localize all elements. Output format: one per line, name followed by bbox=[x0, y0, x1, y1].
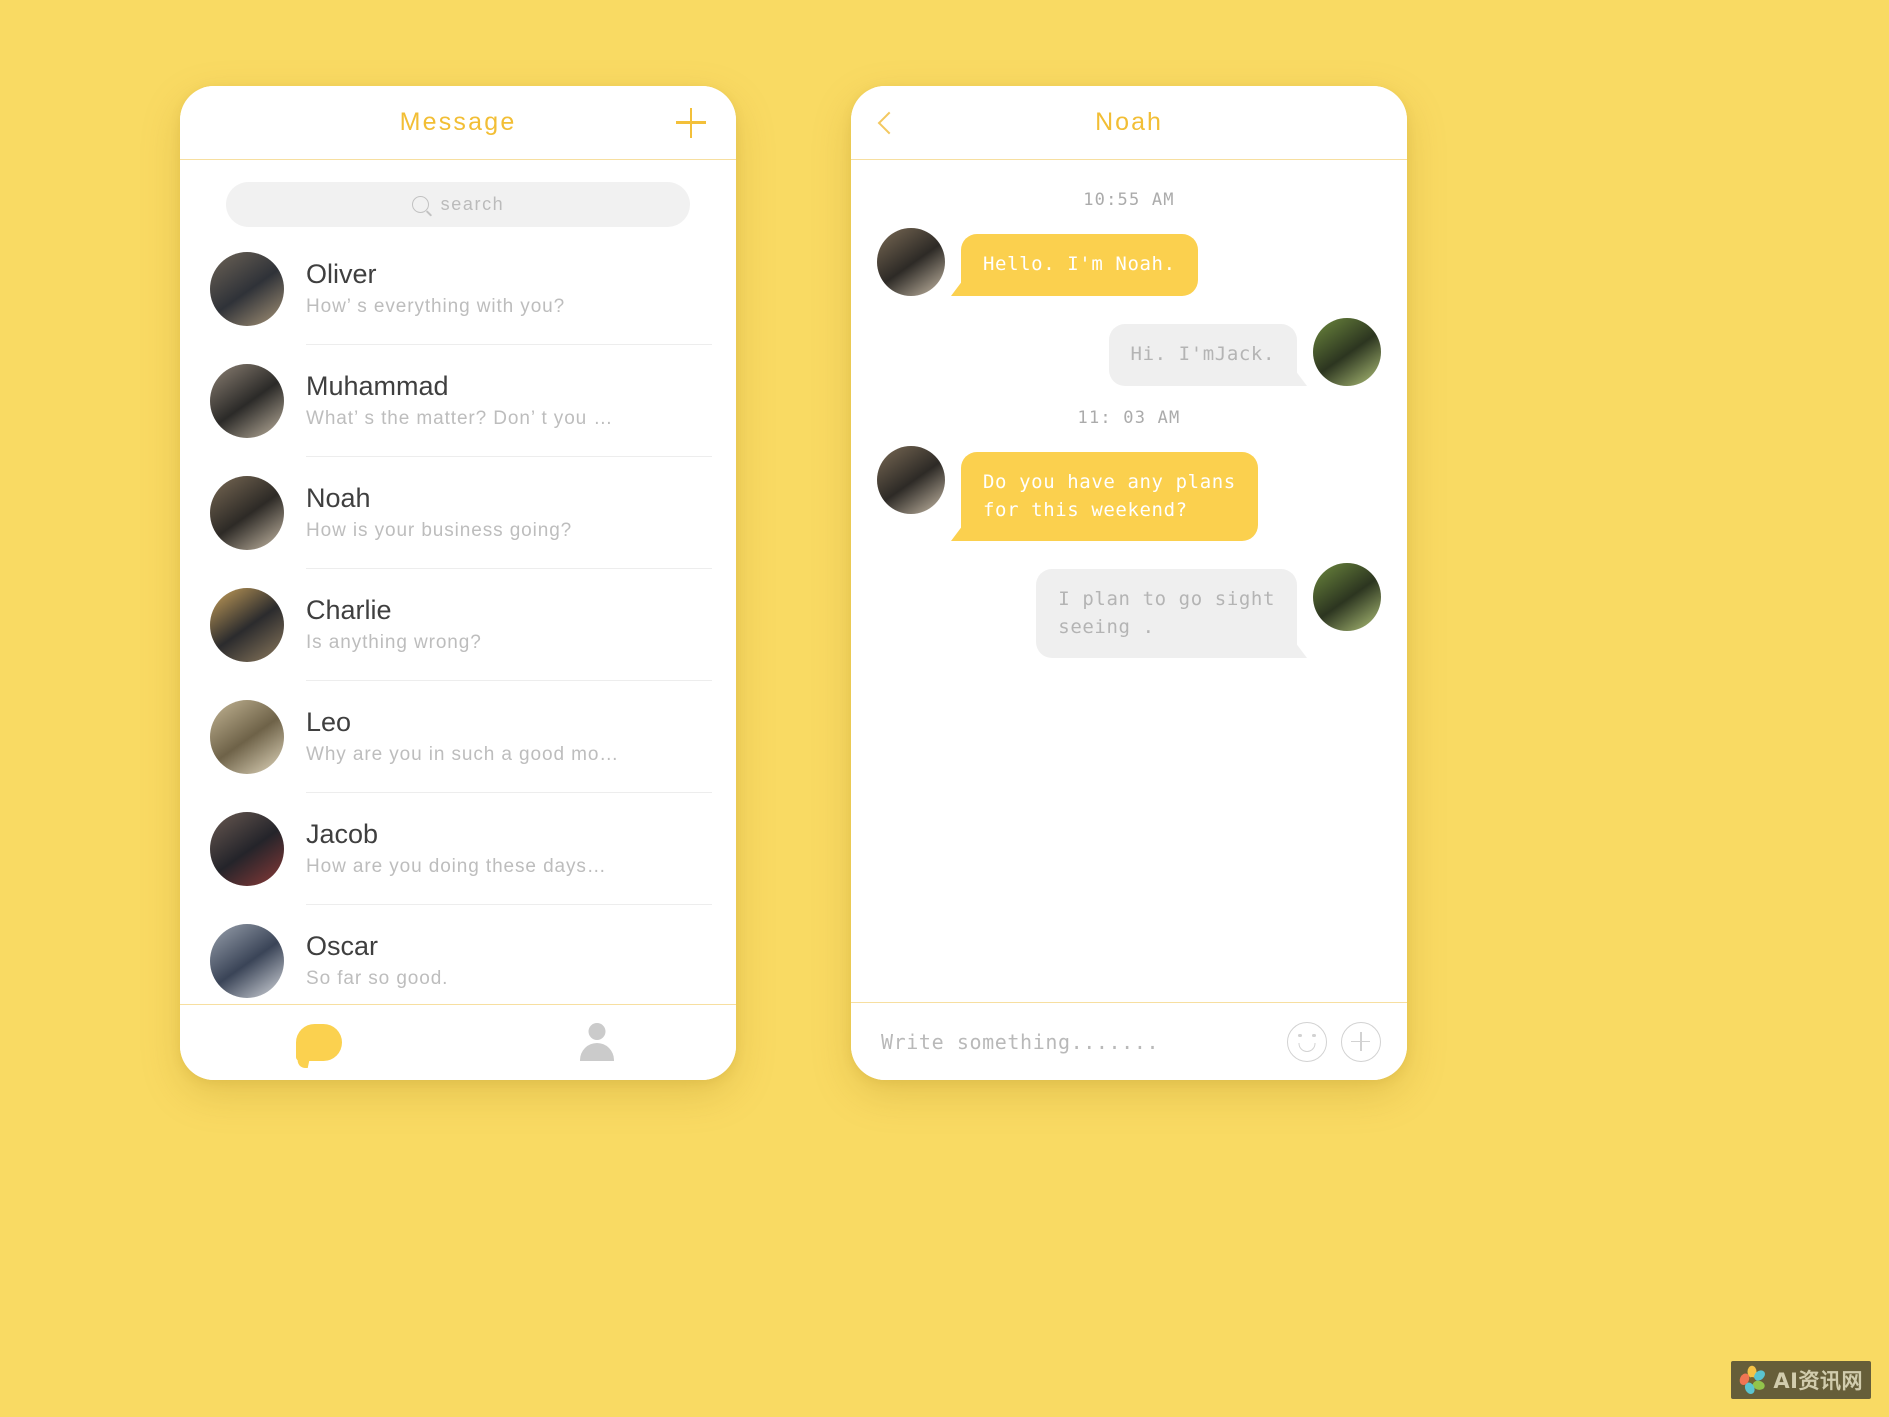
contact-name: Leo bbox=[306, 707, 352, 737]
contact-name: Muhammad bbox=[306, 371, 449, 401]
flower-logo-icon bbox=[1740, 1365, 1766, 1394]
contact-name: Charlie bbox=[306, 595, 392, 625]
contact-name: Jacob bbox=[306, 819, 379, 849]
avatar bbox=[210, 476, 284, 550]
message-bubble[interactable]: Hi. I'mJack. bbox=[1108, 324, 1308, 386]
avatar bbox=[210, 364, 284, 438]
search-icon bbox=[411, 196, 429, 213]
chat-phone: Noah 10:55 AM Hello. I'm Noah. Hi. I'mJack… bbox=[851, 86, 1407, 1080]
chevron-left-icon[interactable] bbox=[877, 111, 901, 134]
tab-contacts[interactable] bbox=[458, 1005, 736, 1080]
contact-row[interactable]: Leo Why are you in such a good mo… bbox=[180, 681, 736, 793]
contact-preview: What’ s the matter? Don’ t you … bbox=[306, 408, 614, 429]
contact-texts: Jacob How are you doing these days… bbox=[306, 793, 712, 905]
contact-name: Oscar bbox=[306, 931, 379, 961]
contact-texts: Muhammad What’ s the matter? Don’ t you … bbox=[306, 345, 712, 457]
contact-name: Noah bbox=[306, 483, 371, 513]
contact-row[interactable]: Oscar So far so good. bbox=[180, 905, 736, 1004]
chat-header: Noah bbox=[851, 86, 1407, 160]
chat-thread: 10:55 AM Hello. I'm Noah. Hi. I'mJack. 11: … bbox=[851, 160, 1407, 1002]
message-row: Hello. I'm Noah. bbox=[877, 228, 1381, 296]
contact-list[interactable]: Oliver How’ s everything with you? Muhamma… bbox=[180, 233, 736, 1004]
avatar bbox=[1313, 318, 1381, 386]
chat-bubble-icon bbox=[296, 1024, 342, 1061]
avatar bbox=[210, 252, 284, 326]
avatar bbox=[210, 812, 284, 886]
contact-row[interactable]: Oliver How’ s everything with you? bbox=[180, 233, 736, 345]
search-input[interactable]: search bbox=[226, 182, 690, 227]
smiley-icon[interactable] bbox=[1287, 1021, 1327, 1062]
contact-row[interactable]: Charlie Is anything wrong? bbox=[180, 569, 736, 681]
message-timestamp: 11: 03 AM bbox=[1077, 408, 1181, 428]
avatar bbox=[210, 588, 284, 662]
avatar bbox=[877, 228, 945, 296]
message-row: Hi. I'mJack. bbox=[877, 318, 1381, 386]
message-bubble[interactable]: Do you have any plans for this weekend? bbox=[951, 452, 1258, 542]
contact-texts: Leo Why are you in such a good mo… bbox=[306, 681, 712, 793]
avatar bbox=[210, 924, 284, 998]
contact-texts: Noah How is your business going? bbox=[306, 457, 712, 569]
tab-chats[interactable] bbox=[180, 1005, 458, 1080]
contact-preview: Is anything wrong? bbox=[306, 632, 482, 653]
search-container: search bbox=[180, 160, 736, 233]
contact-row[interactable]: Jacob How are you doing these days… bbox=[180, 793, 736, 905]
avatar bbox=[1313, 563, 1381, 632]
contact-preview: Why are you in such a good mo… bbox=[306, 744, 620, 765]
avatar bbox=[210, 700, 284, 774]
contact-name: Oliver bbox=[306, 259, 377, 289]
person-icon bbox=[576, 1023, 618, 1063]
contact-preview: So far so good. bbox=[306, 968, 449, 989]
message-input[interactable]: Write something....... bbox=[881, 1030, 1273, 1054]
contact-row[interactable]: Muhammad What’ s the matter? Don’ t you … bbox=[180, 345, 736, 457]
avatar bbox=[877, 446, 945, 514]
contact-texts: Charlie Is anything wrong? bbox=[306, 569, 712, 681]
message-bubble[interactable]: Hello. I'm Noah. bbox=[951, 234, 1198, 296]
contact-texts: Oscar So far so good. bbox=[306, 905, 712, 1004]
chat-input-bar: Write something....... bbox=[851, 1002, 1407, 1080]
page-title: Message bbox=[399, 108, 517, 136]
bottom-tab-bar bbox=[180, 1004, 736, 1080]
contact-preview: How’ s everything with you? bbox=[306, 296, 566, 317]
message-list-phone: Message search Oliver How’ s everything w… bbox=[180, 86, 736, 1080]
watermark: AI资讯网 bbox=[1731, 1361, 1871, 1399]
smiley-eyes bbox=[1288, 1033, 1326, 1038]
plus-circle-icon[interactable] bbox=[1341, 1021, 1381, 1062]
message-bubble[interactable]: I plan to go sight seeing . bbox=[1036, 569, 1307, 659]
contact-preview: How are you doing these days… bbox=[306, 856, 607, 877]
message-row: I plan to go sight seeing . bbox=[877, 563, 1381, 659]
smiley-mouth bbox=[1298, 1042, 1316, 1052]
plus-icon[interactable] bbox=[674, 106, 708, 140]
contact-row[interactable]: Noah How is your business going? bbox=[180, 457, 736, 569]
message-list-header: Message bbox=[180, 86, 736, 160]
contact-preview: How is your business going? bbox=[306, 520, 573, 541]
chat-title: Noah bbox=[1095, 108, 1163, 136]
watermark-text: AI资讯网 bbox=[1773, 1369, 1863, 1393]
search-placeholder: search bbox=[440, 194, 505, 214]
message-timestamp: 10:55 AM bbox=[1083, 190, 1175, 210]
message-row: Do you have any plans for this weekend? bbox=[877, 446, 1381, 542]
contact-texts: Oliver How’ s everything with you? bbox=[306, 233, 712, 345]
